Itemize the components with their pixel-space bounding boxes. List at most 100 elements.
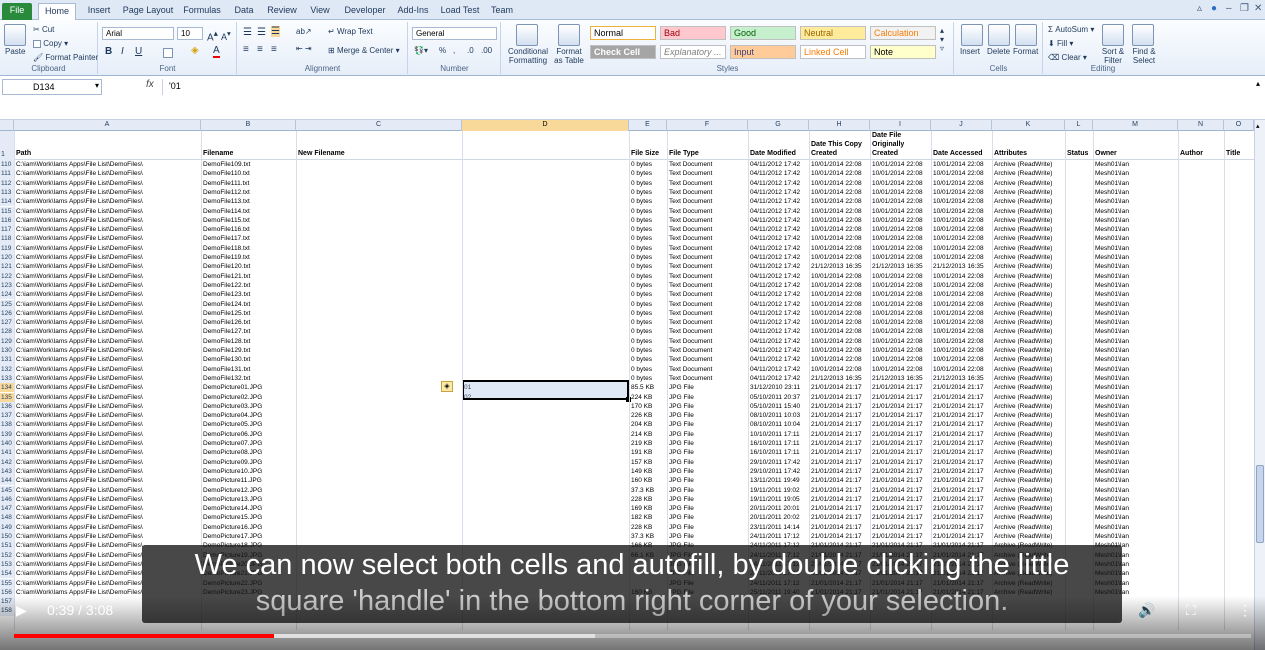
cell-filename[interactable]: DemoFile113.txt: [203, 197, 295, 206]
cell-date-accessed[interactable]: 10/01/2014 22:08: [933, 253, 991, 262]
cell-date-copy-created[interactable]: 10/01/2014 22:08: [811, 355, 869, 364]
tab-team[interactable]: Team: [488, 3, 516, 20]
cell-file-size[interactable]: 214 KB: [631, 430, 666, 439]
cell-filename[interactable]: DemoFile109.txt: [203, 160, 295, 169]
column-header-f[interactable]: F: [667, 120, 748, 131]
align-left-icon[interactable]: ≡: [243, 44, 249, 55]
cell-date-orig-created[interactable]: 21/01/2014 21:17: [872, 393, 930, 402]
tab-insert[interactable]: Insert: [84, 3, 114, 20]
orientation-icon[interactable]: ab↗: [296, 27, 312, 36]
insert-cells-button[interactable]: Insert: [960, 47, 980, 56]
comma-icon[interactable]: ,: [453, 46, 455, 55]
cell-attributes[interactable]: Archive (ReadWrite): [994, 411, 1064, 420]
cell-owner[interactable]: Mesh01\Ian: [1095, 458, 1177, 467]
cell-file-size[interactable]: 0 bytes: [631, 309, 666, 318]
cell-file-type[interactable]: Text Document: [669, 160, 747, 169]
cell-owner[interactable]: Mesh01\Ian: [1095, 327, 1177, 336]
cell-path[interactable]: C:\iam\Work\Iams Apps\File List\DemoFile…: [16, 355, 200, 364]
column-header-o[interactable]: O: [1224, 120, 1254, 131]
cell-date-modified[interactable]: 10/10/2011 17:11: [750, 430, 808, 439]
cell-file-size[interactable]: 204 KB: [631, 420, 666, 429]
delete-cells-icon[interactable]: [988, 24, 1010, 46]
cell-file-size[interactable]: 0 bytes: [631, 244, 666, 253]
cell-file-type[interactable]: JPG File: [669, 439, 747, 448]
cell-date-copy-created[interactable]: 10/01/2014 22:08: [811, 179, 869, 188]
cell-date-orig-created[interactable]: 10/01/2014 22:08: [872, 225, 930, 234]
cell-path[interactable]: C:\iam\Work\Iams Apps\File List\DemoFile…: [16, 532, 200, 541]
cell-attributes[interactable]: Archive (ReadWrite): [994, 402, 1064, 411]
sort-filter-button[interactable]: Sort & Filter: [1098, 47, 1128, 65]
cell-attributes[interactable]: Archive (ReadWrite): [994, 179, 1064, 188]
cell-date-modified[interactable]: 04/11/2012 17:42: [750, 160, 808, 169]
cell-attributes[interactable]: Archive (ReadWrite): [994, 365, 1064, 374]
cell-owner[interactable]: Mesh01\Ian: [1095, 439, 1177, 448]
cell-path[interactable]: C:\iam\Work\Iams Apps\File List\DemoFile…: [16, 402, 200, 411]
column-header-i[interactable]: I: [870, 120, 931, 131]
cell-date-accessed[interactable]: 10/01/2014 22:08: [933, 160, 991, 169]
row-number[interactable]: 117: [0, 225, 14, 235]
cell-path[interactable]: C:\iam\Work\Iams Apps\File List\DemoFile…: [16, 448, 200, 457]
cell-date-copy-created[interactable]: 10/01/2014 22:08: [811, 188, 869, 197]
cell-path[interactable]: C:\iam\Work\Iams Apps\File List\DemoFile…: [16, 169, 200, 178]
cell-filename[interactable]: DemoPicture14.JPG: [203, 504, 295, 513]
cell-file-size[interactable]: 85.5 KB: [631, 383, 666, 392]
row-number[interactable]: 123: [0, 280, 14, 291]
cell-attributes[interactable]: Archive (ReadWrite): [994, 458, 1064, 467]
cell-filename[interactable]: DemoPicture17.JPG: [203, 532, 295, 541]
cell-file-type[interactable]: JPG File: [669, 476, 747, 485]
cell-date-copy-created[interactable]: 10/01/2014 22:08: [811, 272, 869, 281]
cell-attributes[interactable]: Archive (ReadWrite): [994, 281, 1064, 290]
play-icon[interactable]: ▶: [16, 602, 27, 619]
cell-filename[interactable]: DemoFile118.txt: [203, 244, 295, 253]
cell-owner[interactable]: Mesh01\Ian: [1095, 430, 1177, 439]
row-number[interactable]: 128: [0, 327, 14, 337]
cell-owner[interactable]: Mesh01\Ian: [1095, 486, 1177, 495]
cell-filename[interactable]: DemoPicture04.JPG: [203, 411, 295, 420]
cell-file-type[interactable]: Text Document: [669, 179, 747, 188]
cell-date-orig-created[interactable]: 21/01/2014 21:17: [872, 486, 930, 495]
cell-date-orig-created[interactable]: 21/01/2014 21:17: [872, 439, 930, 448]
cell-date-accessed[interactable]: 21/01/2014 21:17: [933, 504, 991, 513]
cell-date-accessed[interactable]: 21/01/2014 21:17: [933, 420, 991, 429]
row-number[interactable]: 150: [0, 532, 14, 542]
row-number[interactable]: 154: [0, 569, 14, 579]
cell-file-type[interactable]: Text Document: [669, 346, 747, 355]
cell-date-orig-created[interactable]: 21/01/2014 21:17: [872, 523, 930, 532]
row-number[interactable]: 151: [0, 541, 14, 551]
cell-attributes[interactable]: Archive (ReadWrite): [994, 495, 1064, 504]
tab-formulas[interactable]: Formulas: [180, 3, 224, 20]
cell-file-size[interactable]: 0 bytes: [631, 225, 666, 234]
cell-file-type[interactable]: Text Document: [669, 188, 747, 197]
cell-file-type[interactable]: Text Document: [669, 300, 747, 309]
cell-path[interactable]: C:\iam\Work\Iams Apps\File List\DemoFile…: [16, 272, 200, 281]
cell-date-accessed[interactable]: 10/01/2014 22:08: [933, 225, 991, 234]
tab-developer[interactable]: Developer: [342, 3, 388, 20]
cell-date-accessed[interactable]: 10/01/2014 22:08: [933, 188, 991, 197]
cell-attributes[interactable]: Archive (ReadWrite): [994, 160, 1064, 169]
cell-date-accessed[interactable]: 10/01/2014 22:08: [933, 318, 991, 327]
cell-date-orig-created[interactable]: 21/01/2014 21:17: [872, 448, 930, 457]
cell-date-copy-created[interactable]: 10/01/2014 22:08: [811, 234, 869, 243]
row-number[interactable]: 148: [0, 513, 14, 523]
paste-icon[interactable]: [4, 24, 26, 46]
increase-decimal-icon[interactable]: .0: [467, 46, 474, 55]
cell-filename[interactable]: DemoPicture02.JPG: [203, 393, 295, 402]
cell-attributes[interactable]: Archive (ReadWrite): [994, 225, 1064, 234]
cell-date-accessed[interactable]: 10/01/2014 22:08: [933, 169, 991, 178]
row-number[interactable]: 130: [0, 346, 14, 356]
cell-date-orig-created[interactable]: 21/01/2014 21:17: [872, 513, 930, 522]
cell-owner[interactable]: Mesh01\Ian: [1095, 393, 1177, 402]
cell-path[interactable]: C:\iam\Work\Iams Apps\File List\DemoFile…: [16, 504, 200, 513]
cell-date-copy-created[interactable]: 21/01/2014 21:17: [811, 383, 869, 392]
cell-date-copy-created[interactable]: 21/01/2014 21:17: [811, 402, 869, 411]
tab-data[interactable]: Data: [230, 3, 258, 20]
cell-date-orig-created[interactable]: 21/01/2014 21:17: [872, 458, 930, 467]
cell-path[interactable]: C:\iam\Work\Iams Apps\File List\DemoFile…: [16, 337, 200, 346]
cell-date-accessed[interactable]: 10/01/2014 22:08: [933, 365, 991, 374]
cell-date-orig-created[interactable]: 10/01/2014 22:08: [872, 244, 930, 253]
row-number[interactable]: 121: [0, 262, 14, 272]
cell-file-type[interactable]: Text Document: [669, 197, 747, 206]
cell-date-accessed[interactable]: 10/01/2014 22:08: [933, 216, 991, 225]
cell-date-orig-created[interactable]: 10/01/2014 22:08: [872, 160, 930, 169]
cell-date-modified[interactable]: 04/11/2012 17:42: [750, 234, 808, 243]
